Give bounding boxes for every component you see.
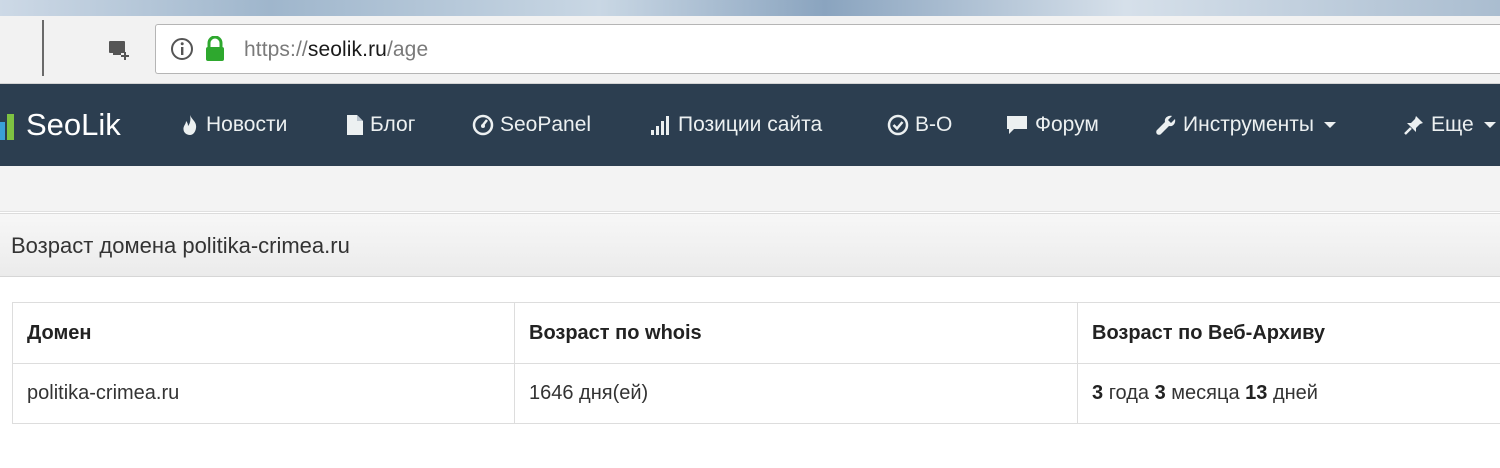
column-header-domain: Домен [12, 302, 515, 364]
cell-whois-age: 1646 дня(ей) [514, 363, 1078, 424]
breadcrumb [0, 166, 1500, 212]
lock-icon[interactable] [204, 36, 226, 62]
nav-item-forum[interactable]: Форум [1005, 84, 1099, 166]
table-header-row: Домен Возраст по whois Возраст по Веб-Ар… [12, 302, 1500, 364]
wrench-icon [1156, 115, 1176, 135]
page-title: Возраст домена politika-crimea.ru [11, 233, 350, 258]
nav-label: Еще [1431, 113, 1474, 136]
column-header-archive-age: Возраст по Веб-Архиву [1077, 302, 1500, 364]
nav-item-more[interactable]: Еще [1403, 84, 1496, 166]
dashboard-icon [472, 114, 494, 136]
archive-days: 13 [1245, 382, 1268, 404]
panel-heading: Возраст домена politika-crimea.ru [0, 213, 1500, 277]
nav-label: Инструменты [1183, 113, 1314, 136]
fire-icon [183, 115, 197, 135]
cell-domain: politika-crimea.ru [12, 363, 515, 424]
nav-item-seopanel[interactable]: SeoPanel [472, 84, 591, 166]
brand-name: SeoLik [26, 107, 121, 142]
comment-icon [1007, 116, 1027, 134]
archive-years-unit: года [1108, 382, 1150, 404]
screen-share-icon[interactable] [106, 38, 132, 62]
archive-days-unit: дней [1272, 382, 1318, 404]
column-header-whois-age: Возраст по whois [514, 302, 1078, 364]
url-scheme: https:// [244, 38, 308, 61]
nav-item-blog[interactable]: Блог [346, 84, 415, 166]
chevron-down-icon [1483, 122, 1496, 128]
table-row: politika-crimea.ru 1646 дня(ей) 3 года 3… [12, 363, 1500, 424]
cell-archive-age: 3 года 3 месяца 13 дней [1077, 363, 1500, 424]
url-path: /age [386, 38, 429, 61]
nav-label: B-O [915, 113, 953, 136]
toolbar-divider [42, 20, 44, 76]
nav-item-news[interactable]: Новости [180, 84, 287, 166]
nav-label: Позиции сайта [678, 113, 823, 136]
nav-item-tools[interactable]: Инструменты [1155, 84, 1336, 166]
nav-label: SeoPanel [500, 113, 592, 136]
nav-item-positions[interactable]: Позиции сайта [650, 84, 822, 166]
file-icon [347, 115, 363, 135]
brand-link[interactable]: SeoLik [0, 84, 121, 166]
pushpin-icon [1404, 116, 1423, 135]
check-circle-icon [887, 114, 909, 136]
window-titlebar [0, 0, 1500, 16]
archive-months-unit: месяца [1171, 382, 1240, 404]
info-icon[interactable] [170, 37, 194, 61]
archive-years: 3 [1092, 382, 1104, 404]
nav-label: Блог [370, 113, 416, 136]
site-navbar: SeoLik Новости Блог SeoPanel Позиции сай… [0, 84, 1500, 166]
nav-label: Новости [206, 113, 288, 136]
url-text[interactable]: https://seolik.ru/age [244, 38, 428, 62]
signal-bars-icon [651, 116, 669, 135]
browser-toolbar: https://seolik.ru/age [0, 16, 1500, 84]
domain-age-table: Домен Возраст по whois Возраст по Веб-Ар… [12, 302, 1500, 424]
address-bar[interactable]: https://seolik.ru/age [155, 24, 1500, 74]
chart-logo-icon [0, 114, 14, 140]
nav-item-qa[interactable]: B-O [887, 84, 952, 166]
archive-months: 3 [1154, 382, 1166, 404]
chevron-down-icon [1323, 122, 1336, 128]
nav-label: Форум [1035, 113, 1099, 136]
url-host: seolik.ru [307, 38, 387, 61]
